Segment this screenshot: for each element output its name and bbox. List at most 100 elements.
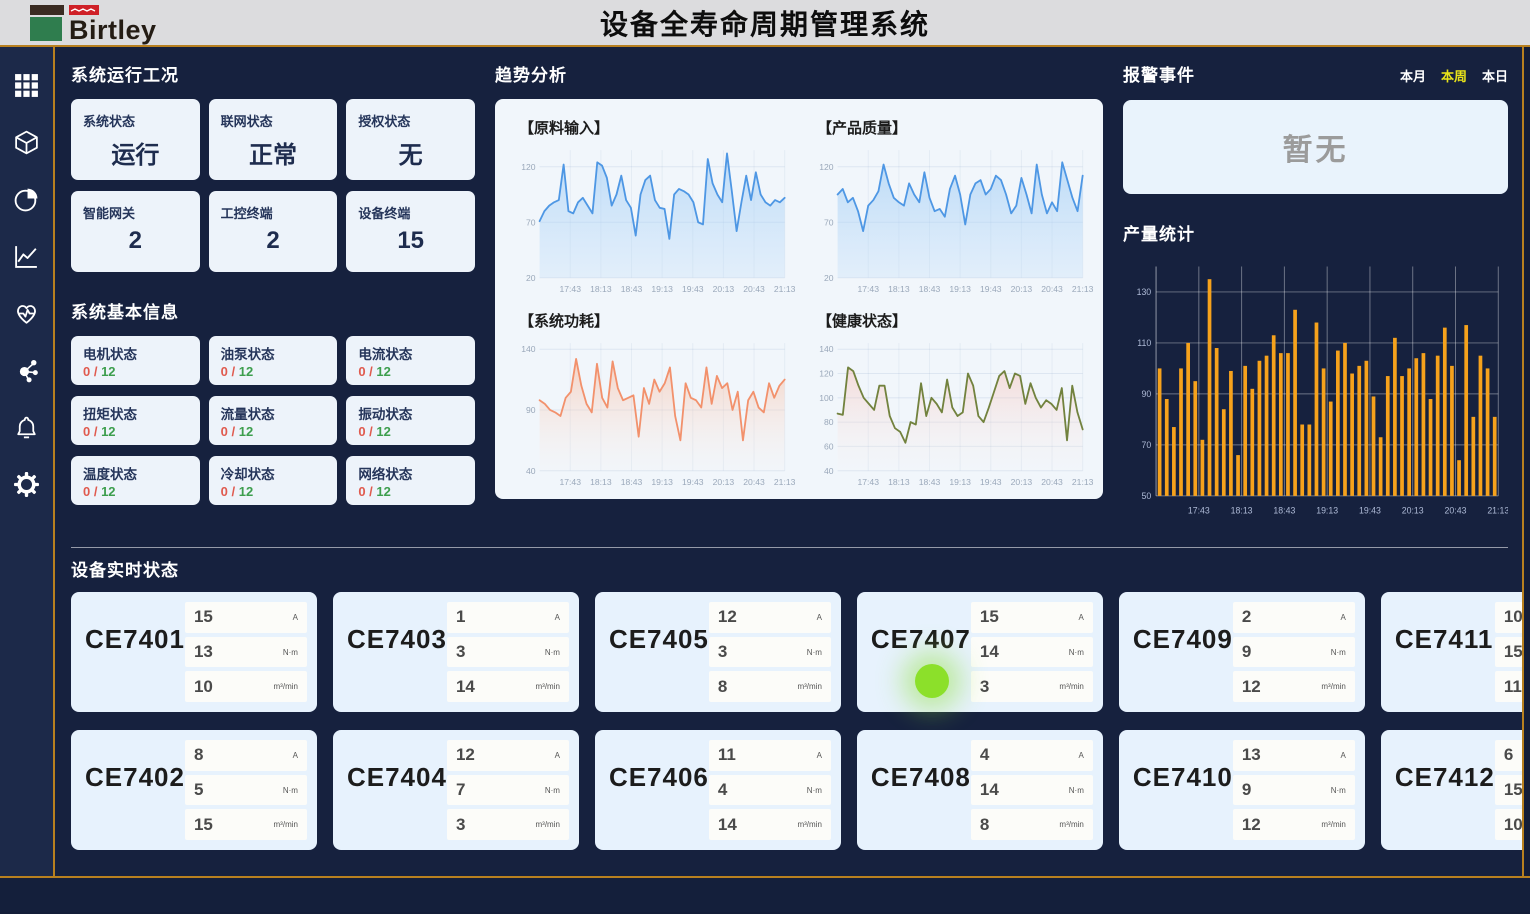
app-header: Birtley 设备全寿命周期管理系统 bbox=[0, 0, 1530, 47]
chart-product-quality-title: 【产品质量】 bbox=[817, 117, 1093, 138]
info-card-value: 0 / 12 bbox=[358, 364, 463, 379]
line-chart-icon[interactable] bbox=[13, 242, 41, 270]
info-card: 振动状态0 / 12 bbox=[346, 396, 475, 445]
device-field-value: 15 bbox=[194, 607, 213, 627]
device-field-value: 14 bbox=[980, 780, 999, 800]
device-field: 9N·m bbox=[1233, 637, 1355, 668]
device-field-unit: A bbox=[293, 751, 298, 760]
device-name: CE7412 bbox=[1395, 762, 1495, 840]
raw-input-line-chart: 120702017:4318:1318:4319:1319:4320:1320:… bbox=[507, 140, 795, 300]
molecule-icon[interactable] bbox=[13, 356, 41, 384]
device-field: 15N·m bbox=[1495, 775, 1524, 806]
device-field-unit: m³/min bbox=[274, 682, 298, 691]
device-field-unit: m³/min bbox=[797, 820, 821, 829]
status-card-value: 运行 bbox=[83, 135, 188, 170]
device-name: CE7406 bbox=[609, 762, 709, 840]
svg-text:80: 80 bbox=[824, 417, 834, 427]
apps-grid-icon[interactable] bbox=[13, 71, 41, 99]
section-divider bbox=[71, 547, 1508, 548]
device-card[interactable]: CE740412A7N·m3m³/min bbox=[333, 730, 579, 850]
device-card[interactable]: CE740611A4N·m14m³/min bbox=[595, 730, 841, 850]
info-card-label: 电机状态 bbox=[83, 343, 188, 363]
alarm-tab[interactable]: 本周 bbox=[1441, 66, 1467, 85]
info-card: 电流状态0 / 12 bbox=[346, 336, 475, 385]
svg-text:100: 100 bbox=[819, 393, 834, 403]
device-field-value: 9 bbox=[1242, 780, 1251, 800]
trend-panel: 【原料输入】 120702017:4318:1318:4319:1319:432… bbox=[495, 99, 1103, 499]
svg-text:20: 20 bbox=[526, 273, 536, 283]
device-card[interactable]: CE741013A9N·m12m³/min bbox=[1119, 730, 1365, 850]
svg-text:120: 120 bbox=[819, 162, 834, 172]
svg-text:17:43: 17:43 bbox=[857, 477, 879, 487]
svg-text:19:43: 19:43 bbox=[682, 284, 704, 294]
status-card: 设备终端15 bbox=[346, 191, 475, 272]
device-card[interactable]: CE740115A13N·m10m³/min bbox=[71, 592, 317, 712]
device-fields: 4A14N·m8m³/min bbox=[971, 740, 1093, 840]
gear-icon[interactable] bbox=[13, 470, 41, 498]
info-card: 温度状态0 / 12 bbox=[71, 456, 200, 505]
pie-chart-icon[interactable] bbox=[13, 185, 41, 213]
alarm-tab[interactable]: 本日 bbox=[1482, 66, 1508, 85]
info-card-value: 0 / 12 bbox=[221, 424, 326, 439]
device-fields: 10A15N·m11m³/min bbox=[1495, 602, 1524, 702]
system-status-grid: 系统状态运行联网状态正常授权状态无智能网关2工控终端2设备终端15 bbox=[71, 99, 475, 272]
chart-power-title: 【系统功耗】 bbox=[519, 310, 795, 331]
production-bar-chart: 17:4318:1318:4319:1319:4320:1320:4321:13… bbox=[1123, 249, 1508, 525]
device-field-unit: m³/min bbox=[1321, 820, 1345, 829]
device-card[interactable]: CE74084A14N·m8m³/min bbox=[857, 730, 1103, 850]
device-card[interactable]: CE74092A9N·m12m³/min bbox=[1119, 592, 1365, 712]
svg-text:20:43: 20:43 bbox=[1041, 284, 1063, 294]
svg-text:140: 140 bbox=[819, 344, 834, 354]
device-name: CE7408 bbox=[871, 762, 971, 840]
device-field: 10A bbox=[1495, 602, 1524, 633]
svg-text:120: 120 bbox=[819, 369, 834, 379]
svg-text:120: 120 bbox=[521, 162, 536, 172]
alarm-tab[interactable]: 本月 bbox=[1400, 66, 1426, 85]
alarm-tabs: 本月本周本日 bbox=[1400, 66, 1508, 85]
device-field-value: 4 bbox=[980, 745, 989, 765]
chart-product-quality: 【产品质量】 120702017:4318:1318:4319:1319:432… bbox=[799, 107, 1097, 300]
device-field-unit: A bbox=[555, 751, 560, 760]
status-card-label: 联网状态 bbox=[221, 111, 326, 130]
info-card-value: 0 / 12 bbox=[83, 484, 188, 499]
device-field: 11m³/min bbox=[1495, 671, 1524, 702]
bell-icon[interactable] bbox=[13, 413, 41, 441]
device-field-unit: m³/min bbox=[535, 820, 559, 829]
device-field-value: 11 bbox=[1504, 677, 1522, 697]
device-card[interactable]: CE74031A3N·m14m³/min bbox=[333, 592, 579, 712]
svg-text:21:13: 21:13 bbox=[774, 284, 795, 294]
device-card[interactable]: CE74028A5N·m15m³/min bbox=[71, 730, 317, 850]
status-card: 工控终端2 bbox=[209, 191, 338, 272]
svg-text:17:43: 17:43 bbox=[1188, 505, 1210, 515]
device-card[interactable]: CE741110A15N·m11m³/min bbox=[1381, 592, 1524, 712]
status-card-value: 正常 bbox=[221, 135, 326, 170]
trend-title: 趋势分析 bbox=[495, 61, 1103, 86]
device-card[interactable]: CE74126A15N·m10m³/min bbox=[1381, 730, 1524, 850]
device-field-value: 15 bbox=[194, 815, 213, 835]
info-card: 油泵状态0 / 12 bbox=[209, 336, 338, 385]
device-field-value: 13 bbox=[194, 642, 213, 662]
device-card[interactable]: CE740715A14N·m3m³/min bbox=[857, 592, 1103, 712]
device-fields: 1A3N·m14m³/min bbox=[447, 602, 569, 702]
status-card: 授权状态无 bbox=[346, 99, 475, 180]
device-field-value: 12 bbox=[718, 607, 737, 627]
status-card: 系统状态运行 bbox=[71, 99, 200, 180]
chart-power: 【系统功耗】 140904017:4318:1318:4319:1319:432… bbox=[501, 300, 799, 493]
svg-text:18:13: 18:13 bbox=[888, 284, 910, 294]
info-card: 流量状态0 / 12 bbox=[209, 396, 338, 445]
device-field-value: 11 bbox=[718, 745, 736, 765]
device-field: 15m³/min bbox=[185, 809, 307, 840]
svg-text:50: 50 bbox=[1141, 491, 1151, 501]
device-field-value: 12 bbox=[456, 745, 475, 765]
device-field-unit: A bbox=[1079, 613, 1084, 622]
page-title: 设备全寿命周期管理系统 bbox=[0, 3, 1530, 43]
device-field-value: 3 bbox=[718, 642, 727, 662]
svg-text:20:13: 20:13 bbox=[1011, 284, 1033, 294]
device-card[interactable]: CE740512A3N·m8m³/min bbox=[595, 592, 841, 712]
health-pulse-icon[interactable] bbox=[13, 299, 41, 327]
svg-text:21:13: 21:13 bbox=[1487, 505, 1508, 515]
svg-text:19:43: 19:43 bbox=[1359, 505, 1381, 515]
svg-text:18:43: 18:43 bbox=[621, 284, 643, 294]
device-field-unit: A bbox=[1079, 751, 1084, 760]
cube-icon[interactable] bbox=[13, 128, 41, 156]
